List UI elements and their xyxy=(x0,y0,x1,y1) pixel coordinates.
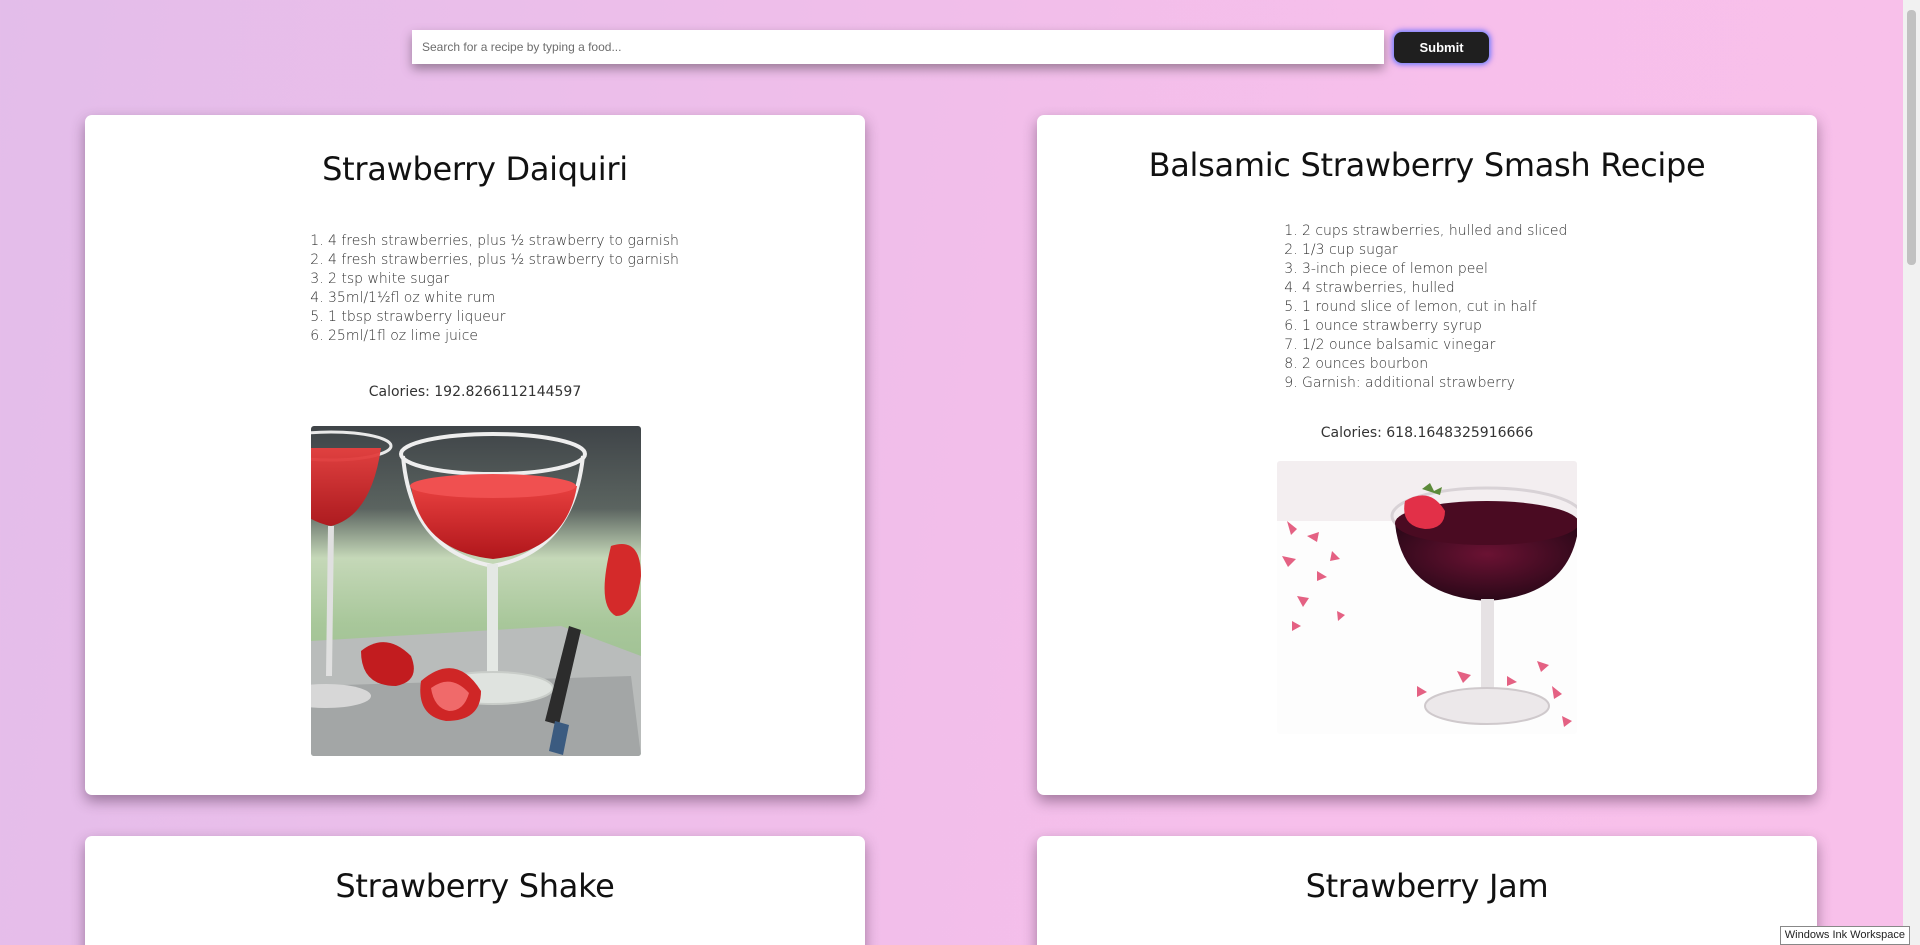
recipe-card-balsamic-strawberry-smash: Balsamic Strawberry Smash Recipe 2 cups … xyxy=(1037,115,1817,795)
ingredient-item: 4 fresh strawberries, plus ½ strawberry … xyxy=(328,232,679,251)
vertical-scrollbar[interactable] xyxy=(1903,0,1920,945)
recipe-title: Balsamic Strawberry Smash Recipe xyxy=(1148,146,1706,184)
ingredient-item: 1/3 cup sugar xyxy=(1302,241,1567,260)
ingredient-item: 4 fresh strawberries, plus ½ strawberry … xyxy=(328,251,679,270)
ingredient-item: 35ml/1½fl oz white rum xyxy=(328,289,679,308)
balsamic-strawberry-smash-photo xyxy=(1277,461,1577,734)
recipe-card-strawberry-jam: Strawberry Jam xyxy=(1037,836,1817,945)
ingredient-item: 3-inch piece of lemon peel xyxy=(1302,260,1567,279)
recipe-image xyxy=(311,426,641,756)
search-input[interactable] xyxy=(412,30,1384,64)
ingredient-item: 1/2 ounce balsamic vinegar xyxy=(1302,336,1567,355)
recipe-title: Strawberry Jam xyxy=(1305,867,1549,905)
ingredient-item: 2 tsp white sugar xyxy=(328,270,679,289)
submit-button[interactable]: Submit xyxy=(1394,31,1489,63)
ingredient-list: 2 cups strawberries, hulled and sliced 1… xyxy=(1280,222,1567,393)
recipe-card-strawberry-shake: Strawberry Shake xyxy=(85,836,865,945)
recipe-image xyxy=(1277,461,1577,734)
recipe-title: Strawberry Daiquiri xyxy=(322,150,628,188)
strawberry-daiquiri-photo xyxy=(311,426,641,756)
calories-label: Calories: 618.1648325916666 xyxy=(1320,425,1534,441)
ingredient-item: 2 cups strawberries, hulled and sliced xyxy=(1302,222,1567,241)
ingredient-item: 2 ounces bourbon xyxy=(1302,355,1567,374)
ingredient-item: 1 tbsp strawberry liqueur xyxy=(328,308,679,327)
ingredient-item: 1 ounce strawberry syrup xyxy=(1302,317,1567,336)
ingredient-item: 25ml/1fl oz lime juice xyxy=(328,327,679,346)
ingredient-item: 1 round slice of lemon, cut in half xyxy=(1302,298,1567,317)
calories-label: Calories: 192.8266112144597 xyxy=(368,384,582,400)
ingredient-item: Garnish: additional strawberry xyxy=(1302,374,1567,393)
recipe-title: Strawberry Shake xyxy=(335,867,615,905)
ingredient-list: 4 fresh strawberries, plus ½ strawberry … xyxy=(306,232,679,346)
ingredient-item: 4 strawberries, hulled xyxy=(1302,279,1567,298)
search-bar: Submit xyxy=(412,30,1489,64)
windows-ink-workspace-tooltip: Windows Ink Workspace xyxy=(1779,926,1910,945)
recipe-card-strawberry-daiquiri: Strawberry Daiquiri 4 fresh strawberries… xyxy=(85,115,865,795)
scrollbar-thumb[interactable] xyxy=(1907,10,1916,265)
